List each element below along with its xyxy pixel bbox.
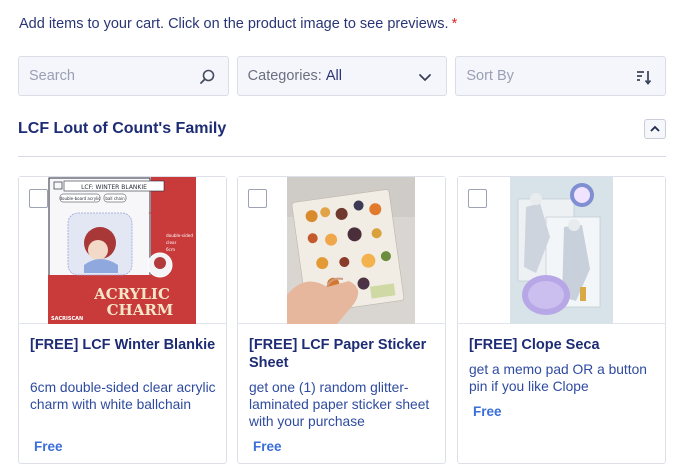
select-checkbox[interactable] (468, 189, 487, 208)
required-mark: * (451, 16, 458, 32)
svg-text:ball chain: ball chain (105, 196, 125, 201)
filter-bar: Search Categories: All Sort By (18, 56, 667, 96)
categories-label: Categories: (247, 68, 322, 84)
product-name[interactable]: [FREE] LCF Paper Sticker Sheet (249, 336, 439, 372)
product-name[interactable]: [FREE] Clope Seca (469, 336, 659, 354)
search-icon (199, 69, 214, 84)
product-description: get a memo pad OR a button pin if you li… (469, 362, 647, 394)
product-image-area[interactable] (458, 177, 665, 324)
chevron-down-icon (419, 74, 432, 81)
product-card[interactable]: [FREE] Clope Seca get a memo pad OR a bu… (457, 176, 666, 464)
svg-text:clear: clear (166, 240, 177, 245)
search-input[interactable]: Search (18, 56, 229, 96)
product-description: 6cm double-sided clear acrylic charm wit… (30, 380, 216, 412)
svg-text:6cm: 6cm (166, 247, 175, 252)
product-card[interactable]: [FREE] LCF Paper Sticker Sheet get one (… (237, 176, 446, 464)
product-price: Free (473, 404, 502, 419)
product-image-area[interactable]: LCF: WINTER BLANKIE double-board acrylic… (19, 177, 226, 324)
select-checkbox[interactable] (29, 189, 48, 208)
categories-select[interactable]: Categories: All (236, 56, 448, 96)
svg-text:SACRISCAN: SACRISCAN (51, 316, 83, 322)
product-image[interactable]: LCF: WINTER BLANKIE double-board acrylic… (48, 177, 196, 324)
collapse-section-button[interactable] (644, 119, 666, 139)
section-divider (18, 156, 666, 157)
svg-text:LCF: WINTER BLANKIE: LCF: WINTER BLANKIE (81, 184, 147, 191)
product-description: get one (1) random glitter-laminated pap… (249, 380, 430, 429)
product-price: Free (253, 439, 282, 454)
product-price: Free (34, 439, 63, 454)
sort-select[interactable]: Sort By (455, 56, 667, 96)
sort-label: Sort By (466, 68, 514, 84)
sort-icon (637, 71, 652, 85)
product-image[interactable] (510, 177, 613, 324)
chevron-up-icon (650, 125, 660, 132)
section-title: LCF Lout of Count's Family (18, 120, 227, 137)
instruction-text: Add items to your cart. Click on the pro… (19, 16, 449, 32)
categories-value: All (325, 68, 342, 84)
product-image-area[interactable] (238, 177, 445, 324)
search-placeholder: Search (29, 68, 75, 84)
svg-text:double-sided: double-sided (166, 233, 193, 238)
cart-instruction: Add items to your cart. Click on the pro… (19, 16, 457, 32)
product-card[interactable]: LCF: WINTER BLANKIE double-board acrylic… (18, 176, 227, 464)
svg-text:double-board acrylic: double-board acrylic (60, 196, 101, 201)
product-image[interactable] (287, 177, 415, 324)
svg-text:CHARM: CHARM (107, 301, 174, 319)
product-name[interactable]: [FREE] LCF Winter Blankie (30, 336, 220, 354)
select-checkbox[interactable] (248, 189, 267, 208)
